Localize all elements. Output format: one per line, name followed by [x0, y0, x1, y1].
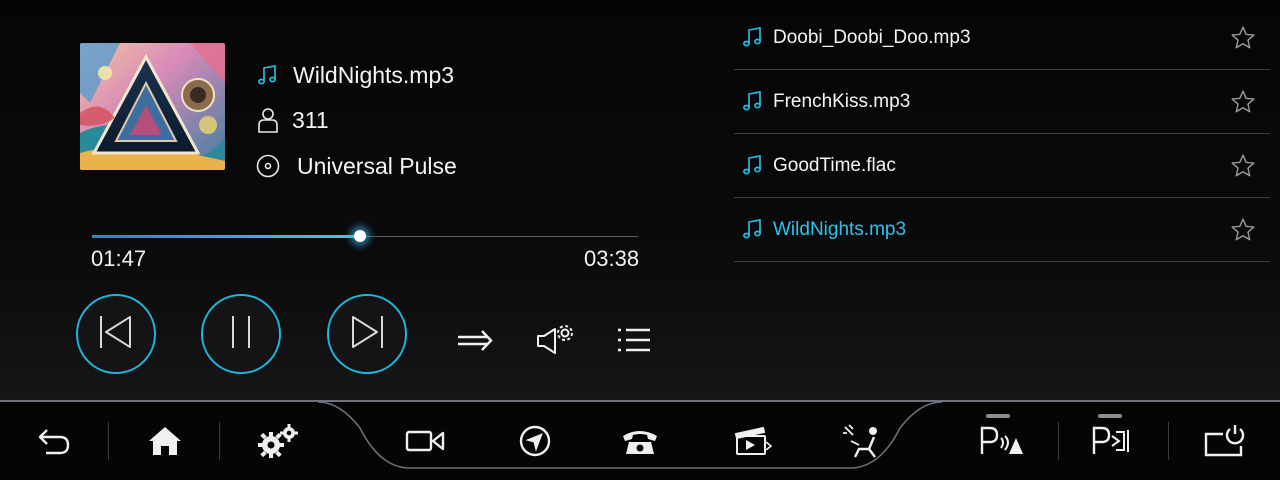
elapsed-time: 01:47 [91, 246, 147, 271]
home-button[interactable] [137, 418, 193, 468]
person-icon [256, 108, 280, 133]
star-icon[interactable] [1230, 153, 1256, 179]
navigation-button[interactable] [507, 418, 563, 468]
pause-icon [221, 312, 261, 357]
album-name: Universal Pulse [297, 152, 457, 179]
sequential-play-icon [456, 328, 494, 357]
playlist-item-active[interactable]: WildNights.mp3 [734, 198, 1270, 262]
phone-button[interactable] [612, 418, 668, 468]
speaker-settings-icon [535, 323, 577, 362]
separator [108, 422, 109, 460]
next-button[interactable] [327, 294, 407, 374]
media-button[interactable] [725, 418, 781, 468]
seat-climate-button[interactable] [834, 418, 890, 468]
progress-knob[interactable] [354, 230, 367, 242]
disc-icon [256, 154, 280, 178]
separator [219, 422, 220, 460]
play-mode-button[interactable] [453, 322, 497, 362]
playlist-item-name: WildNights.mp3 [773, 218, 907, 240]
park-assist-button[interactable] [974, 418, 1030, 468]
total-time: 03:38 [584, 246, 640, 271]
separator [1058, 422, 1059, 460]
playlist-item[interactable]: FrenchKiss.mp3 [734, 70, 1270, 134]
park-assist-icon [978, 424, 1026, 463]
track-title-row: WildNights.mp3 [256, 60, 454, 90]
home-icon [148, 425, 182, 462]
skip-next-icon [347, 312, 387, 357]
playlist-item-name: FrenchKiss.mp3 [773, 90, 911, 112]
camera-button[interactable] [397, 418, 453, 468]
playlist-item-name: GoodTime.flac [773, 154, 896, 176]
sound-settings-button[interactable] [534, 322, 578, 362]
track-title: WildNights.mp3 [293, 61, 455, 88]
skip-previous-icon [96, 312, 136, 357]
seat-climate-icon [841, 423, 883, 464]
music-note-icon [742, 26, 766, 50]
camera-icon [405, 429, 445, 458]
back-button[interactable] [26, 418, 82, 468]
star-icon[interactable] [1230, 89, 1256, 115]
artist-name: 311 [292, 106, 329, 133]
star-icon[interactable] [1230, 217, 1256, 243]
separator [1168, 422, 1169, 460]
playlist-item[interactable]: Doobi_Doobi_Doo.mp3 [734, 6, 1270, 70]
navigation-icon [518, 424, 552, 463]
progress-fill [92, 235, 361, 238]
list-icon [616, 326, 652, 359]
music-note-icon [256, 63, 280, 87]
auto-park-icon [1090, 424, 1134, 463]
music-note-icon [742, 154, 766, 178]
auto-park-button[interactable] [1084, 418, 1140, 468]
settings-icon [256, 423, 300, 464]
power-display-button[interactable] [1196, 418, 1252, 468]
pause-button[interactable] [201, 294, 281, 374]
music-note-icon [742, 218, 766, 242]
playlist-item-name: Doobi_Doobi_Doo.mp3 [773, 26, 971, 48]
previous-button[interactable] [76, 294, 156, 374]
playlist-button[interactable] [612, 322, 656, 362]
settings-button[interactable] [250, 418, 306, 468]
music-note-icon [742, 90, 766, 114]
phone-icon [621, 426, 659, 461]
back-icon [36, 426, 72, 461]
album-row: Universal Pulse [256, 151, 457, 181]
artist-row: 311 [256, 105, 329, 135]
media-icon [733, 424, 773, 463]
album-art [80, 43, 225, 170]
star-icon[interactable] [1230, 25, 1256, 51]
power-display-icon [1203, 424, 1245, 463]
playlist: Doobi_Doobi_Doo.mp3 FrenchKiss.mp3 GoodT… [734, 6, 1270, 262]
playlist-item[interactable]: GoodTime.flac [734, 134, 1270, 198]
